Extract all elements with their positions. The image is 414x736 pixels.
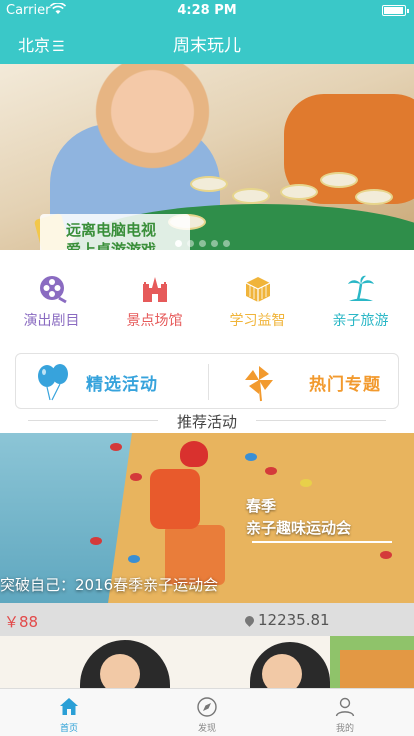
event-card[interactable]: 春季 亲子趣味运动会 突破自己：2016春季亲子运动会 ￥88 12235.81: [0, 433, 414, 636]
page-dot[interactable]: [175, 240, 182, 247]
banner-photo-chip: [232, 188, 270, 204]
featured-activities-button[interactable]: 精选活动: [16, 354, 206, 410]
event-distance: 12235.81: [243, 611, 330, 629]
section-divider-right: [256, 420, 386, 421]
category-row: 演出剧目 景点场馆 学习益智 亲子旅游: [0, 266, 414, 336]
tab-profile[interactable]: 我的: [276, 689, 414, 736]
status-bar: Carrier 4:28 PM: [0, 0, 414, 20]
home-icon: [57, 695, 81, 719]
film-reel-icon: [37, 274, 67, 304]
balloons-icon: [34, 362, 74, 402]
battery-icon: [382, 5, 409, 16]
compass-icon: [195, 695, 219, 719]
category-label: 学习益智: [229, 313, 286, 329]
nav-bar: 北京 ☰ 周末玩儿: [0, 20, 414, 64]
category-label: 亲子旅游: [332, 313, 389, 329]
event-title: 突破自己：2016春季亲子运动会: [0, 576, 219, 594]
banner-caption: 远离电脑电视 爱上桌游游戏: [40, 214, 190, 250]
event-overlay-underline: [252, 541, 392, 543]
featured-activities-label: 精选活动: [86, 375, 158, 395]
banner-photo-chip: [355, 189, 393, 205]
status-time: 4:28 PM: [177, 3, 237, 18]
page-dot[interactable]: [199, 240, 206, 247]
palm-tree-icon: [346, 274, 376, 304]
section-divider-left: [28, 420, 158, 421]
castle-icon: [140, 274, 170, 304]
banner-photo-chip: [320, 172, 358, 188]
tab-discover[interactable]: 发现: [138, 689, 276, 736]
banner-photo-chip: [280, 184, 318, 200]
page-title: 周末玩儿: [173, 36, 241, 56]
tab-home[interactable]: 首页: [0, 689, 138, 736]
cube-icon: [243, 274, 273, 304]
event-distance-value: 12235.81: [258, 611, 330, 629]
category-label: 景点场馆: [126, 313, 183, 329]
event-card-next[interactable]: [0, 636, 414, 688]
event-overlay-line2: 亲子趣味运动会: [246, 519, 352, 537]
category-learning[interactable]: 学习益智: [206, 266, 309, 330]
category-shows[interactable]: 演出剧目: [0, 266, 103, 330]
tab-label: 我的: [335, 724, 354, 734]
section-title: 推荐活动: [0, 409, 414, 433]
banner-carousel[interactable]: 远离电脑电视 爱上桌游游戏: [0, 64, 414, 250]
category-label: 演出剧目: [23, 313, 80, 329]
pinwheel-icon: [239, 362, 279, 402]
category-travel[interactable]: 亲子旅游: [309, 266, 412, 330]
hot-topics-button[interactable]: 热门专题: [209, 354, 399, 410]
feature-panel: 精选活动 热门专题: [15, 353, 399, 409]
tab-label: 首页: [59, 724, 78, 734]
tab-label: 发现: [197, 724, 216, 734]
page-dot[interactable]: [211, 240, 218, 247]
event-price: ￥88: [4, 613, 39, 631]
page-dot[interactable]: [223, 240, 230, 247]
event-overlay-text: 春季 亲子趣味运动会: [246, 495, 351, 539]
location-pin-icon: [243, 614, 256, 627]
tab-bar: 首页 发现 我的: [0, 688, 414, 736]
event-meta: ￥88 12235.81: [0, 603, 414, 636]
banner-photo-chip: [190, 176, 228, 192]
page-dot[interactable]: [187, 240, 194, 247]
user-icon: [333, 695, 357, 719]
banner-page-indicator[interactable]: [175, 232, 235, 247]
hot-topics-label: 热门专题: [309, 375, 381, 395]
event-overlay-line1: 春季: [246, 497, 277, 515]
section-title-label: 推荐活动: [170, 413, 243, 431]
category-venues[interactable]: 景点场馆: [103, 266, 206, 330]
